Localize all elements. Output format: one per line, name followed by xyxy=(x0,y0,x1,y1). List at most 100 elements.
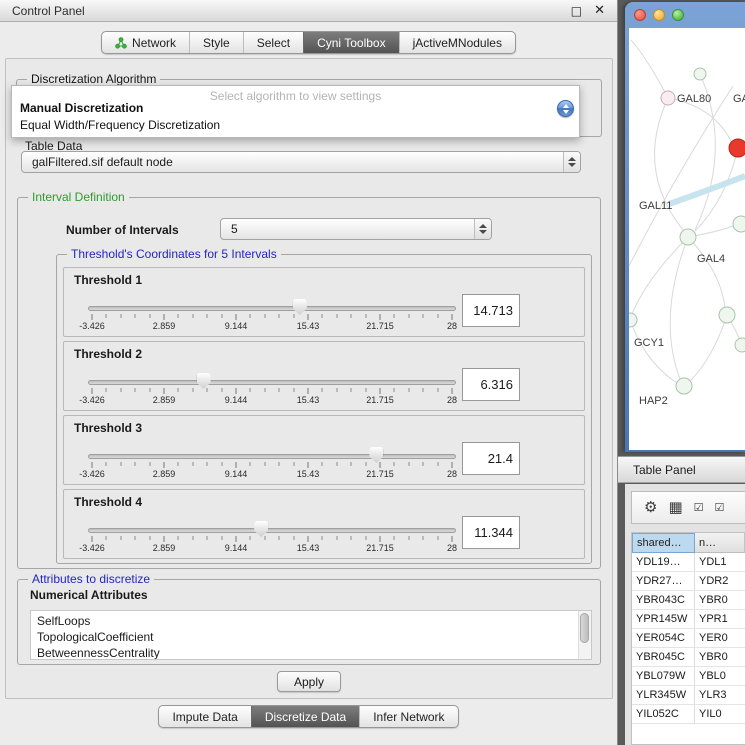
table-row-6[interactable]: YBR045CYBR0 xyxy=(632,648,745,667)
tab-impute-data[interactable]: Impute Data xyxy=(159,706,250,727)
algorithm-popup-options: Manual DiscretizationEqual Width/Frequen… xyxy=(12,100,579,134)
threshold-slider[interactable]: -3.4262.8599.14415.4321.71528 xyxy=(88,298,456,334)
threshold-value-field[interactable]: 6.316 xyxy=(462,368,520,401)
slider-thumb[interactable] xyxy=(254,521,268,537)
network-node-7[interactable] xyxy=(719,307,735,323)
tick-mark xyxy=(351,388,352,392)
threshold-value-field[interactable]: 14.713 xyxy=(462,294,520,327)
table-row-8[interactable]: YLR345WYLR3 xyxy=(632,686,745,705)
network-node-4[interactable] xyxy=(680,229,696,245)
network-node-9[interactable] xyxy=(735,338,745,352)
minimize-traffic-icon[interactable] xyxy=(653,9,665,21)
tick-mark xyxy=(437,462,438,466)
attribute-item-topologicalcoefficient[interactable]: TopologicalCoefficient xyxy=(31,629,591,645)
tick-mark xyxy=(279,314,280,318)
float-window-icon[interactable]: □ xyxy=(571,4,582,18)
threshold-value-field[interactable]: 11.344 xyxy=(462,516,520,549)
tick-mark xyxy=(394,462,395,466)
apply-button[interactable]: Apply xyxy=(277,671,341,692)
scale-label: 2.859 xyxy=(153,395,176,405)
tick-mark xyxy=(221,536,222,540)
tick-mark xyxy=(106,462,107,466)
cell-name: YPR1 xyxy=(695,610,745,628)
tick-mark xyxy=(437,536,438,540)
network-node-1[interactable] xyxy=(661,91,675,105)
tab-infer-network[interactable]: Infer Network xyxy=(359,706,457,727)
scale-label: 28 xyxy=(447,469,457,479)
tick-mark xyxy=(423,536,424,540)
table-row-7[interactable]: YBL079WYBL0 xyxy=(632,667,745,686)
tab-style[interactable]: Style xyxy=(189,32,243,53)
network-node-2[interactable] xyxy=(694,68,706,80)
select-all-rows-icon[interactable]: ☑ xyxy=(694,502,704,513)
attributes-list[interactable]: SelfLoopsTopologicalCoefficientBetweenne… xyxy=(30,610,592,660)
network-node-label: GAL4 xyxy=(697,253,725,265)
column-header-1[interactable]: shared… xyxy=(632,533,695,553)
slider-thumb[interactable] xyxy=(293,299,307,315)
cell-name: YDR2 xyxy=(695,572,745,590)
table-row-2[interactable]: YDR27…YDR2 xyxy=(632,572,745,591)
scale-label: 15.43 xyxy=(297,321,320,331)
tick-mark xyxy=(408,462,409,466)
network-edge[interactable] xyxy=(688,237,725,308)
tab-select[interactable]: Select xyxy=(243,32,303,53)
attribute-item-betweennesscentrality[interactable]: BetweennessCentrality xyxy=(31,645,591,660)
cell-shared-name: YPR145W xyxy=(632,610,695,628)
scrollbar-thumb[interactable] xyxy=(580,613,589,643)
network-edge[interactable] xyxy=(670,237,688,379)
table-row-1[interactable]: YDL19…YDL1 xyxy=(632,553,745,572)
threshold-slider[interactable]: -3.4262.8599.14415.4321.71528 xyxy=(88,446,456,482)
threshold-value-field[interactable]: 21.4 xyxy=(462,442,520,475)
up-arrow-icon xyxy=(563,104,569,108)
tab-label: Cyni Toolbox xyxy=(317,36,385,50)
tick-mark xyxy=(408,388,409,392)
tab-jactivemnodules[interactable]: jActiveMNodules xyxy=(399,32,515,53)
number-of-intervals-combo[interactable]: 5 xyxy=(220,218,492,240)
network-edge[interactable] xyxy=(690,315,727,381)
up-arrow-icon xyxy=(479,224,487,228)
close-window-icon[interactable]: ✕ xyxy=(594,3,605,18)
threshold-slider[interactable]: -3.4262.8599.14415.4321.71528 xyxy=(88,372,456,408)
network-node-8[interactable] xyxy=(676,378,692,394)
attribute-item-selfloops[interactable]: SelfLoops xyxy=(31,613,591,629)
network-edge[interactable] xyxy=(632,237,688,314)
tab-network[interactable]: Network xyxy=(102,32,189,53)
tick-mark xyxy=(207,462,208,466)
deselect-all-rows-icon[interactable]: ☑ xyxy=(715,502,725,513)
tick-mark xyxy=(164,462,165,468)
algorithm-combo-button[interactable] xyxy=(557,100,574,117)
columns-icon[interactable]: ▦ xyxy=(668,500,682,515)
network-edge[interactable] xyxy=(631,40,668,98)
table-row-5[interactable]: YER054CYER0 xyxy=(632,629,745,648)
network-node-5[interactable] xyxy=(733,216,745,232)
tick-mark xyxy=(236,314,237,320)
gear-icon[interactable]: ⚙ xyxy=(644,500,657,515)
slider-thumb[interactable] xyxy=(197,373,211,389)
popup-option-equal-width-frequency-discretization[interactable]: Equal Width/Frequency Discretization xyxy=(12,117,579,134)
table-row-3[interactable]: YBR043CYBR0 xyxy=(632,591,745,610)
table-row-9[interactable]: YIL052CYIL0 xyxy=(632,705,745,724)
tick-mark xyxy=(380,462,381,468)
table-row-4[interactable]: YPR145WYPR1 xyxy=(632,610,745,629)
tab-cyni-toolbox[interactable]: Cyni Toolbox xyxy=(303,32,398,53)
tick-mark xyxy=(264,536,265,540)
scale-label: 21.715 xyxy=(366,321,394,331)
close-traffic-icon[interactable] xyxy=(634,9,646,21)
scrollbar[interactable] xyxy=(578,611,591,659)
tick-mark xyxy=(250,536,251,540)
column-header-2[interactable]: n… xyxy=(695,533,745,553)
zoom-traffic-icon[interactable] xyxy=(672,9,684,21)
slider-thumb[interactable] xyxy=(369,447,383,463)
tab-discretize-data[interactable]: Discretize Data xyxy=(251,706,359,727)
attributes-group-title: Attributes to discretize xyxy=(28,572,154,587)
threshold-slider[interactable]: -3.4262.8599.14415.4321.71528 xyxy=(88,520,456,556)
network-node-3[interactable] xyxy=(729,139,745,157)
cell-name: YLR3 xyxy=(695,686,745,704)
tab-label: Impute Data xyxy=(172,710,237,724)
tick-mark xyxy=(92,536,93,542)
cell-name: YIL0 xyxy=(695,705,745,723)
scale-label: 28 xyxy=(447,395,457,405)
table-data-combo[interactable]: galFiltered.sif default node xyxy=(21,151,581,173)
network-node-6[interactable] xyxy=(629,313,637,327)
network-canvas[interactable]: GAL80GAGAL11GAL4GCY1HAP2 xyxy=(629,28,745,450)
